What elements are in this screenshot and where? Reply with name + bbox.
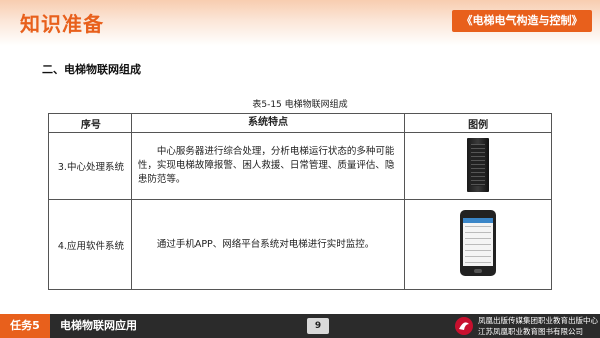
row-image xyxy=(404,132,552,200)
row-image xyxy=(404,199,552,290)
column-header-image: 图例 xyxy=(404,113,552,133)
iot-components-table: 序号 系统特点 图例 3.中心处理系统 中心服务器进行综合处理，分析电梯运行状态… xyxy=(48,113,552,290)
row-feature: 通过手机APP、网络平台系统对电梯进行实时监控。 xyxy=(130,199,406,290)
row-feature: 中心服务器进行综合处理，分析电梯运行状态的多种可能性，实现电梯故障报警、困人救援… xyxy=(130,132,406,200)
smartphone-icon xyxy=(460,210,497,276)
book-title-badge: 《电梯电气构造与控制》 xyxy=(452,10,592,32)
task-title: 电梯物联网应用 xyxy=(60,319,137,332)
column-header-feature: 系统特点 xyxy=(130,113,406,133)
table-row: 4.应用软件系统 通过手机APP、网络平台系统对电梯进行实时监控。 xyxy=(48,199,552,290)
table-caption: 表5-15 电梯物联网组成 xyxy=(252,100,348,110)
table-row: 3.中心处理系统 中心服务器进行综合处理，分析电梯运行状态的多种可能性，实现电梯… xyxy=(48,132,552,200)
section-title: 二、电梯物联网组成 xyxy=(42,63,141,76)
table-header-row: 序号 系统特点 图例 xyxy=(48,113,552,133)
phoenix-logo-icon xyxy=(455,317,473,335)
column-header-index: 序号 xyxy=(48,113,132,133)
publisher-line-1: 凤凰出版传媒集团职业教育出版中心 xyxy=(478,316,598,325)
server-rack-icon xyxy=(467,137,490,192)
row-index: 4.应用软件系统 xyxy=(48,199,132,290)
row-index: 3.中心处理系统 xyxy=(48,132,132,200)
task-label: 任务5 xyxy=(0,314,50,338)
publisher-line-2: 江苏凤凰职业教育图书有限公司 xyxy=(478,327,583,336)
page-title: 知识准备 xyxy=(20,12,104,36)
page-number: 9 xyxy=(307,318,329,334)
